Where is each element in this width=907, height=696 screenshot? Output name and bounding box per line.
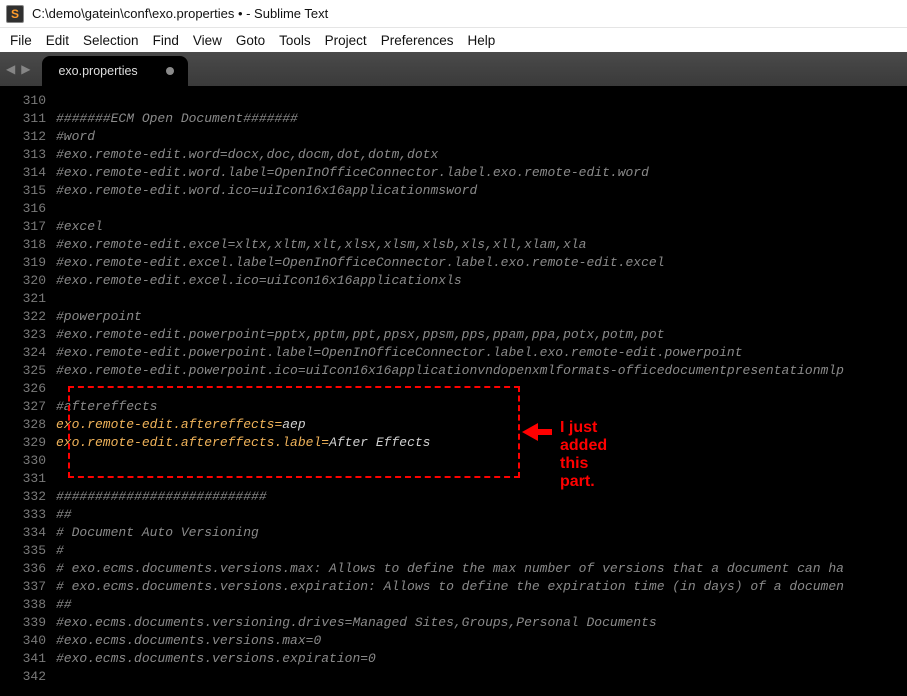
editor-area[interactable]: 3103113123133143153163173183193203213223… [0,86,907,696]
tab-strip: ◀ ▶ exo.properties [0,52,907,86]
code-line[interactable] [56,92,907,110]
menu-tools[interactable]: Tools [279,33,311,48]
tab-label: exo.properties [58,64,137,78]
code-line[interactable]: #exo.remote-edit.powerpoint.label=OpenIn… [56,344,907,362]
code-line[interactable]: #powerpoint [56,308,907,326]
line-number: 321 [0,290,46,308]
menu-edit[interactable]: Edit [46,33,69,48]
code-line[interactable]: exo.remote-edit.aftereffects.label=After… [56,434,907,452]
code-line[interactable] [56,290,907,308]
menu-bar: File Edit Selection Find View Goto Tools… [0,28,907,52]
tab-prev-icon[interactable]: ◀ [6,62,15,76]
menu-find[interactable]: Find [153,33,179,48]
code-line[interactable]: #aftereffects [56,398,907,416]
line-number: 310 [0,92,46,110]
menu-help[interactable]: Help [468,33,496,48]
code-line[interactable]: #exo.remote-edit.excel.ico=uiIcon16x16ap… [56,272,907,290]
line-number: 312 [0,128,46,146]
menu-selection[interactable]: Selection [83,33,139,48]
code-line[interactable]: # Document Auto Versioning [56,524,907,542]
code-line[interactable]: ########################### [56,488,907,506]
code-line[interactable] [56,470,907,488]
code-line[interactable]: # [56,542,907,560]
code-line[interactable]: # exo.ecms.documents.versions.expiration… [56,578,907,596]
line-number: 320 [0,272,46,290]
menu-view[interactable]: View [193,33,222,48]
line-number: 316 [0,200,46,218]
line-number: 340 [0,632,46,650]
window-titlebar: S C:\demo\gatein\conf\exo.properties • -… [0,0,907,28]
line-number: 336 [0,560,46,578]
code-line[interactable] [56,380,907,398]
line-number: 314 [0,164,46,182]
code-line[interactable]: exo.remote-edit.aftereffects=aep [56,416,907,434]
code-line[interactable]: #excel [56,218,907,236]
code-line[interactable]: #exo.remote-edit.powerpoint.ico=uiIcon16… [56,362,907,380]
menu-project[interactable]: Project [325,33,367,48]
tab-exo-properties[interactable]: exo.properties [42,56,187,86]
code-line[interactable]: #######ECM Open Document####### [56,110,907,128]
code-line[interactable]: #exo.remote-edit.excel.label=OpenInOffic… [56,254,907,272]
line-number: 319 [0,254,46,272]
line-number: 332 [0,488,46,506]
line-number: 327 [0,398,46,416]
code-line[interactable]: # exo.ecms.documents.versions.max: Allow… [56,560,907,578]
line-number: 333 [0,506,46,524]
line-number: 331 [0,470,46,488]
line-number: 330 [0,452,46,470]
code-line[interactable]: #exo.remote-edit.word.ico=uiIcon16x16app… [56,182,907,200]
code-content[interactable]: #######ECM Open Document########word#exo… [56,86,907,696]
line-number: 326 [0,380,46,398]
line-number: 339 [0,614,46,632]
code-line[interactable] [56,668,907,686]
line-number: 334 [0,524,46,542]
line-number: 342 [0,668,46,686]
line-number: 329 [0,434,46,452]
code-line[interactable]: #exo.remote-edit.excel=xltx,xltm,xlt,xls… [56,236,907,254]
dirty-indicator-icon [166,67,174,75]
code-line[interactable]: ## [56,596,907,614]
line-number: 311 [0,110,46,128]
line-number: 317 [0,218,46,236]
menu-file[interactable]: File [10,33,32,48]
line-number: 335 [0,542,46,560]
line-number: 324 [0,344,46,362]
code-line[interactable] [56,452,907,470]
line-number: 315 [0,182,46,200]
line-number: 313 [0,146,46,164]
line-number: 322 [0,308,46,326]
code-line[interactable] [56,200,907,218]
line-number-gutter: 3103113123133143153163173183193203213223… [0,86,56,696]
line-number: 325 [0,362,46,380]
tab-nav-arrows: ◀ ▶ [6,52,30,86]
code-line[interactable]: #exo.remote-edit.powerpoint=pptx,pptm,pp… [56,326,907,344]
code-line[interactable]: ## [56,506,907,524]
line-number: 318 [0,236,46,254]
code-line[interactable]: #exo.ecms.documents.versions.expiration=… [56,650,907,668]
code-line[interactable]: #exo.ecms.documents.versioning.drives=Ma… [56,614,907,632]
line-number: 341 [0,650,46,668]
code-line[interactable]: #exo.remote-edit.word.label=OpenInOffice… [56,164,907,182]
menu-preferences[interactable]: Preferences [381,33,454,48]
code-line[interactable]: #word [56,128,907,146]
line-number: 338 [0,596,46,614]
tab-next-icon[interactable]: ▶ [21,62,30,76]
code-line[interactable]: #exo.ecms.documents.versions.max=0 [56,632,907,650]
line-number: 323 [0,326,46,344]
line-number: 337 [0,578,46,596]
line-number: 328 [0,416,46,434]
window-title: C:\demo\gatein\conf\exo.properties • - S… [32,6,328,21]
code-line[interactable]: #exo.remote-edit.word=docx,doc,docm,dot,… [56,146,907,164]
menu-goto[interactable]: Goto [236,33,265,48]
app-icon: S [6,5,24,23]
